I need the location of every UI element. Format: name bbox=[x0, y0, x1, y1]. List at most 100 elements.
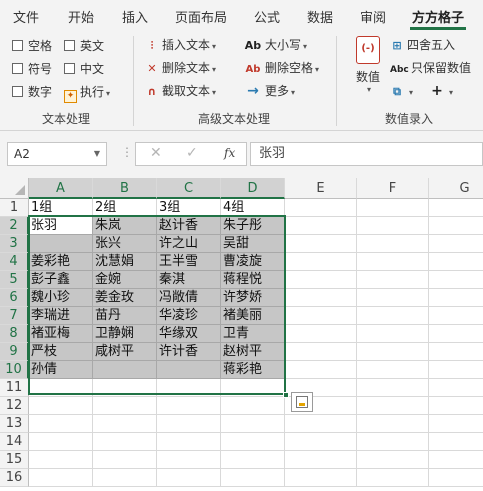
cell[interactable] bbox=[285, 451, 357, 469]
cell[interactable] bbox=[429, 343, 483, 361]
cell[interactable] bbox=[157, 379, 221, 397]
cell[interactable]: 魏小珍 bbox=[29, 289, 93, 307]
row-header[interactable]: 2 bbox=[0, 217, 29, 235]
chevron-down-icon[interactable]: ▼ bbox=[94, 143, 100, 165]
cell[interactable] bbox=[157, 451, 221, 469]
cell[interactable]: 王半雪 bbox=[157, 253, 221, 271]
cell[interactable] bbox=[157, 433, 221, 451]
cell[interactable] bbox=[29, 469, 93, 487]
row-header[interactable]: 6 bbox=[0, 289, 29, 307]
cell[interactable] bbox=[157, 415, 221, 433]
cell[interactable] bbox=[285, 343, 357, 361]
row-header[interactable]: 12 bbox=[0, 397, 29, 415]
add-button[interactable]: + ▾ bbox=[430, 82, 453, 100]
cell[interactable] bbox=[429, 253, 483, 271]
checkbox-chinese[interactable]: 中文 bbox=[64, 61, 104, 77]
cell[interactable] bbox=[93, 415, 157, 433]
cell[interactable] bbox=[357, 325, 429, 343]
case-button[interactable]: Ab 大小写 ▾ bbox=[244, 36, 307, 54]
cell[interactable]: 卫静娴 bbox=[93, 325, 157, 343]
cell[interactable]: 许梦娇 bbox=[221, 289, 285, 307]
cell[interactable]: 华凌珍 bbox=[157, 307, 221, 325]
cell[interactable] bbox=[157, 361, 221, 379]
extract-text-button[interactable]: ∩ 截取文本 ▾ bbox=[145, 82, 217, 100]
cell[interactable] bbox=[429, 469, 483, 487]
cell[interactable] bbox=[29, 379, 93, 397]
cell[interactable] bbox=[429, 415, 483, 433]
cell[interactable] bbox=[357, 469, 429, 487]
column-header-c[interactable]: C bbox=[157, 178, 221, 199]
insert-text-button[interactable]: ⫶ 插入文本 ▾ bbox=[145, 36, 216, 54]
cell[interactable]: 姜彩艳 bbox=[29, 253, 93, 271]
cell[interactable] bbox=[221, 415, 285, 433]
keep-values-button[interactable]: Abc 只保留数值 bbox=[390, 59, 471, 77]
row-header[interactable]: 16 bbox=[0, 469, 29, 487]
more-button[interactable]: → 更多 ▾ bbox=[244, 82, 295, 100]
cell[interactable]: 3组 bbox=[157, 199, 221, 217]
row-header[interactable]: 3 bbox=[0, 235, 29, 253]
checkbox-space[interactable]: 空格 bbox=[12, 38, 52, 54]
cell[interactable] bbox=[357, 199, 429, 217]
cell[interactable] bbox=[285, 199, 357, 217]
cell[interactable] bbox=[285, 271, 357, 289]
cell[interactable]: 彭子鑫 bbox=[29, 271, 93, 289]
cell[interactable]: 曹凌旋 bbox=[221, 253, 285, 271]
cell[interactable] bbox=[429, 433, 483, 451]
tab-insert[interactable]: 插入 bbox=[122, 7, 148, 26]
tab-file[interactable]: 文件 bbox=[13, 7, 39, 26]
column-header-g[interactable]: G bbox=[429, 178, 483, 199]
cell[interactable] bbox=[221, 379, 285, 397]
row-header[interactable]: 14 bbox=[0, 433, 29, 451]
cell[interactable] bbox=[93, 361, 157, 379]
cell[interactable] bbox=[221, 397, 285, 415]
cell[interactable] bbox=[157, 469, 221, 487]
cell[interactable] bbox=[429, 307, 483, 325]
cell[interactable]: 严枝 bbox=[29, 343, 93, 361]
cell[interactable] bbox=[357, 451, 429, 469]
cell[interactable] bbox=[285, 307, 357, 325]
cell[interactable] bbox=[357, 271, 429, 289]
row-header[interactable]: 4 bbox=[0, 253, 29, 271]
cell[interactable]: 姜金玫 bbox=[93, 289, 157, 307]
cell[interactable]: 咸树平 bbox=[93, 343, 157, 361]
tab-formulas[interactable]: 公式 bbox=[254, 7, 280, 26]
cell[interactable]: 卫青 bbox=[221, 325, 285, 343]
cell[interactable] bbox=[29, 451, 93, 469]
cell[interactable] bbox=[29, 415, 93, 433]
cell[interactable] bbox=[93, 433, 157, 451]
cell[interactable] bbox=[357, 235, 429, 253]
row-header[interactable]: 7 bbox=[0, 307, 29, 325]
insert-function-icon[interactable]: fx bbox=[224, 146, 235, 160]
quick-analysis-button[interactable] bbox=[291, 392, 313, 412]
checkbox-symbol[interactable]: 符号 bbox=[12, 61, 52, 77]
cell[interactable] bbox=[429, 451, 483, 469]
cell[interactable] bbox=[93, 397, 157, 415]
select-all-button[interactable] bbox=[0, 178, 29, 199]
cell[interactable] bbox=[429, 199, 483, 217]
cell[interactable]: 2组 bbox=[93, 199, 157, 217]
cell[interactable] bbox=[29, 433, 93, 451]
cell[interactable] bbox=[357, 307, 429, 325]
cancel-icon[interactable]: ✕ bbox=[150, 145, 162, 161]
tab-page-layout[interactable]: 页面布局 bbox=[175, 7, 227, 26]
cell[interactable]: 吴甜 bbox=[221, 235, 285, 253]
cell[interactable]: 4组 bbox=[221, 199, 285, 217]
column-header-b[interactable]: B bbox=[93, 178, 157, 199]
cell[interactable] bbox=[429, 379, 483, 397]
cell[interactable] bbox=[285, 289, 357, 307]
cell[interactable] bbox=[429, 361, 483, 379]
confirm-icon[interactable]: ✓ bbox=[186, 145, 198, 161]
cell[interactable]: 许之山 bbox=[157, 235, 221, 253]
cell[interactable]: 金婉 bbox=[93, 271, 157, 289]
cell[interactable] bbox=[357, 433, 429, 451]
tab-fangfang[interactable]: 方方格子 bbox=[412, 7, 464, 26]
cell[interactable] bbox=[357, 361, 429, 379]
column-header-f[interactable]: F bbox=[357, 178, 429, 199]
round-button[interactable]: ⊞ 四舍五入 bbox=[390, 36, 455, 54]
tab-data[interactable]: 数据 bbox=[307, 7, 333, 26]
cell[interactable] bbox=[285, 325, 357, 343]
cell[interactable]: 张兴 bbox=[93, 235, 157, 253]
column-header-d[interactable]: D bbox=[221, 178, 285, 199]
cell[interactable]: 华缘双 bbox=[157, 325, 221, 343]
sheet-tools-button[interactable]: ⧉ ▾ bbox=[390, 82, 413, 100]
